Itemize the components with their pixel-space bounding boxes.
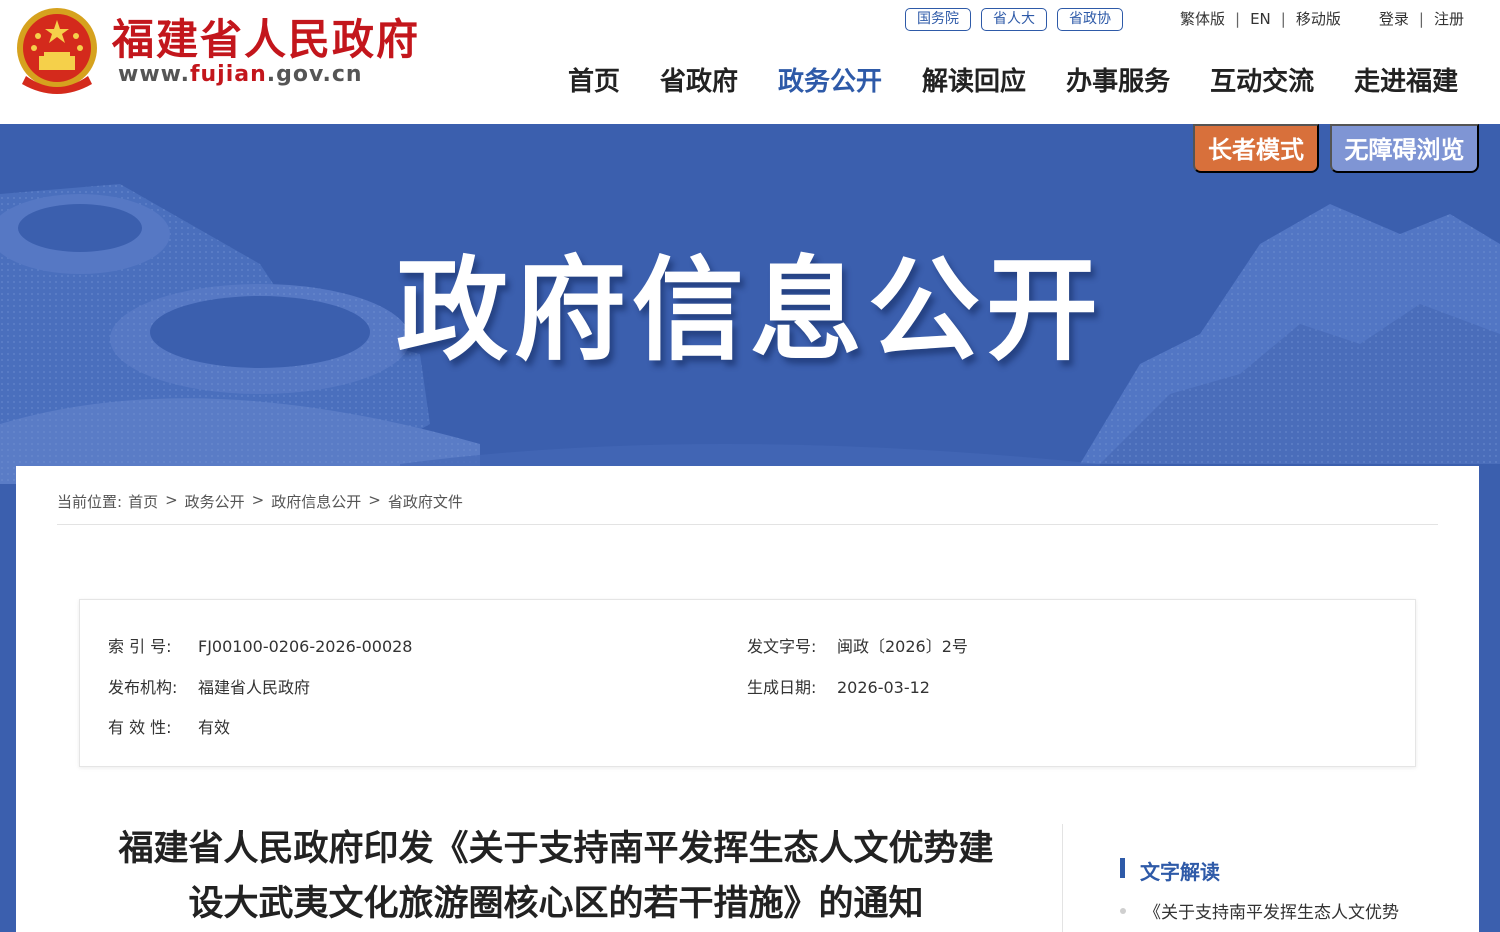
- nav-item-home[interactable]: 首页: [548, 62, 640, 102]
- meta-validity-label: 有 效 性:: [108, 718, 172, 737]
- quick-link-provincial-cppcc[interactable]: 省政协: [1057, 8, 1123, 31]
- url-highlight: fujian: [189, 62, 267, 87]
- meta-index: 索 引 号: FJ00100-0206-2026-00028: [108, 633, 412, 657]
- meta-doc-no: 发文字号: 闽政〔2026〕2号: [747, 633, 968, 657]
- nav-item-interpretation[interactable]: 解读回应: [902, 62, 1046, 102]
- traditional-chinese-link[interactable]: 繁体版: [1180, 8, 1225, 29]
- register-link[interactable]: 注册: [1434, 8, 1464, 29]
- meta-index-value: FJ00100-0206-2026-00028: [198, 637, 413, 656]
- nav-item-about-fujian[interactable]: 走进福建: [1334, 62, 1458, 102]
- sidebar-heading-label: 文字解读: [1140, 860, 1220, 884]
- meta-doc-no-label: 发文字号:: [747, 637, 817, 656]
- bullet-icon: [1120, 908, 1126, 914]
- meta-index-label: 索 引 号:: [108, 637, 172, 656]
- divider: [57, 524, 1438, 525]
- quick-link-provincial-congress[interactable]: 省人大: [981, 8, 1047, 31]
- utility-links: 繁体版 | EN | 移动版 登录 | 注册: [1180, 8, 1464, 29]
- site-url[interactable]: www.fujian.gov.cn: [118, 62, 363, 87]
- quick-links: 国务院 省人大 省政协: [905, 8, 1123, 31]
- meta-date-value: 2026-03-12: [837, 678, 930, 697]
- elder-mode-button[interactable]: 长者模式: [1193, 124, 1319, 173]
- breadcrumb-government-affairs[interactable]: 政务公开: [185, 491, 245, 512]
- meta-doc-no-value: 闽政〔2026〕2号: [837, 637, 968, 656]
- mobile-link[interactable]: 移动版: [1296, 8, 1341, 29]
- banner-title: 政府信息公开: [396, 246, 1104, 376]
- column-divider: [1062, 824, 1063, 932]
- heading-bar-icon: [1120, 858, 1125, 878]
- document-title: 福建省人民政府印发《关于支持南平发挥生态人文优势建 设大武夷文化旅游圈核心区的若…: [76, 822, 1036, 932]
- login-link[interactable]: 登录: [1379, 8, 1409, 29]
- breadcrumb-separator: >: [251, 491, 265, 509]
- nav-item-provincial-government[interactable]: 省政府: [640, 62, 758, 102]
- meta-issuer-label: 发布机构:: [108, 678, 178, 697]
- breadcrumb-home[interactable]: 首页: [128, 491, 158, 512]
- document-metadata: 索 引 号: FJ00100-0206-2026-00028 发文字号: 闽政〔20…: [79, 599, 1416, 767]
- separator: |: [1235, 9, 1241, 28]
- national-emblem-icon[interactable]: [14, 6, 100, 96]
- nav-item-services[interactable]: 办事服务: [1046, 62, 1190, 102]
- nav-item-government-affairs[interactable]: 政务公开: [758, 62, 902, 102]
- document-title-line: 福建省人民政府印发《关于支持南平发挥生态人文优势建: [118, 829, 994, 869]
- english-link[interactable]: EN: [1250, 10, 1271, 28]
- meta-validity-value: 有效: [198, 718, 231, 737]
- separator: |: [1280, 9, 1286, 28]
- sidebar-item-interpretation[interactable]: 《关于支持南平发挥生态人文优势: [1120, 898, 1399, 923]
- meta-issuer-value: 福建省人民政府: [198, 678, 311, 697]
- breadcrumb-information-disclosure[interactable]: 政府信息公开: [271, 491, 361, 512]
- accessibility-mode-button[interactable]: 无障碍浏览: [1330, 124, 1479, 173]
- main-nav: 首页 省政府 政务公开 解读回应 办事服务 互动交流 走进福建: [548, 62, 1458, 102]
- separator: |: [1418, 9, 1424, 28]
- meta-date-label: 生成日期:: [747, 678, 817, 697]
- quick-link-state-council[interactable]: 国务院: [905, 8, 971, 31]
- breadcrumb-provincial-documents[interactable]: 省政府文件: [388, 491, 463, 512]
- url-suffix: .gov.cn: [266, 62, 363, 87]
- site-name[interactable]: 福建省人民政府: [112, 6, 420, 67]
- meta-date: 生成日期: 2026-03-12: [747, 674, 930, 698]
- content-panel: 当前位置: 首页 > 政务公开 > 政府信息公开 > 省政府文件 索 引 号: F…: [16, 466, 1479, 932]
- sidebar-heading: 文字解读: [1120, 856, 1220, 885]
- breadcrumb-separator: >: [368, 491, 381, 509]
- breadcrumb-separator: >: [165, 491, 178, 509]
- meta-validity: 有 效 性: 有效: [108, 714, 230, 738]
- nav-item-interaction[interactable]: 互动交流: [1190, 62, 1334, 102]
- site-header: 福建省人民政府 www.fujian.gov.cn 国务院 省人大 省政协 繁体…: [0, 0, 1500, 124]
- breadcrumb: 当前位置: 首页 > 政务公开 > 政府信息公开 > 省政府文件: [57, 491, 463, 512]
- meta-issuer: 发布机构: 福建省人民政府: [108, 674, 310, 698]
- document-title-line: 设大武夷文化旅游圈核心区的若干措施》的通知: [188, 884, 924, 924]
- url-prefix: www.: [118, 62, 190, 87]
- breadcrumb-prefix: 当前位置:: [57, 493, 123, 511]
- sidebar-item-label: 《关于支持南平发挥生态人文优势: [1144, 903, 1399, 923]
